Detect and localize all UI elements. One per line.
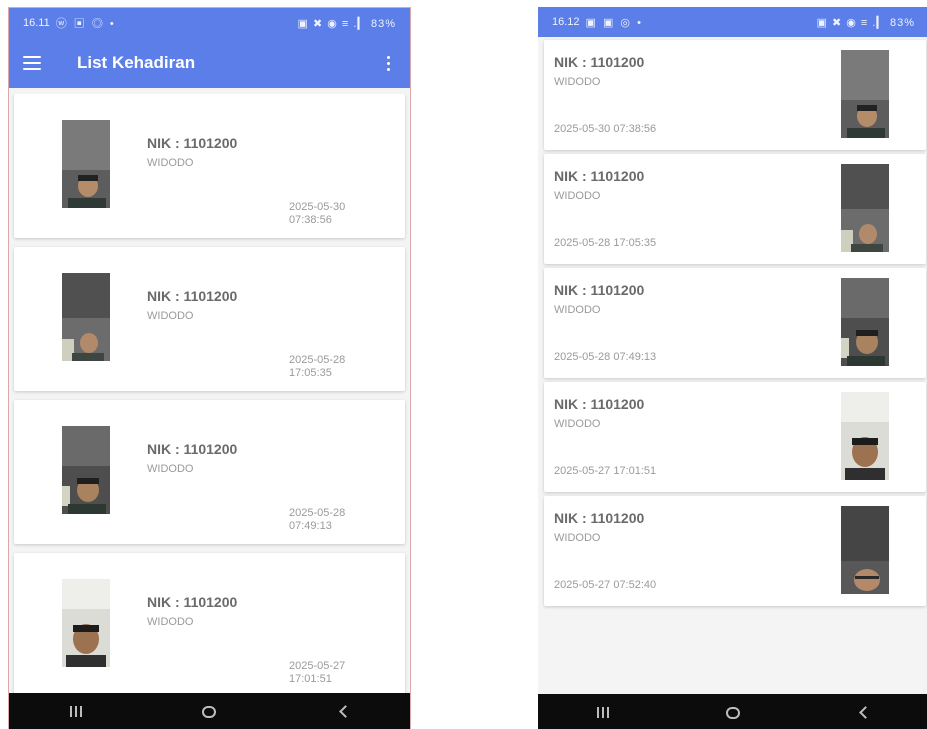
status-time: 16.12 — [552, 16, 580, 28]
nik-label: NIK : 1101200 — [554, 396, 645, 412]
back-icon[interactable] — [844, 698, 884, 728]
employee-name: WIDODO — [554, 532, 601, 544]
system-icons: ▣ ✖ ◉ ≡ .▎ — [297, 17, 367, 30]
battery-level: 83% — [889, 16, 915, 29]
recents-icon[interactable] — [56, 697, 96, 727]
nik-label: NIK : 1101200 — [554, 510, 645, 526]
selfie-photo — [841, 392, 889, 480]
selfie-photo — [841, 278, 889, 366]
attendance-list[interactable]: NIK : 1101200 WIDODO 2025-05-30 07:38:56… — [9, 94, 410, 693]
notification-icons: ▣ ▣ ◎ • — [585, 16, 643, 29]
timestamp: 2025-05-27 07:52:40 — [554, 579, 657, 591]
system-icons: ▣ ✖ ◉ ≡ .▎ — [816, 16, 886, 29]
home-icon[interactable] — [713, 698, 753, 728]
employee-name: WIDODO — [554, 76, 601, 88]
nik-label: NIK : 1101200 — [147, 288, 238, 304]
system-nav-bar — [9, 693, 410, 729]
home-icon[interactable] — [189, 697, 229, 727]
selfie-photo — [841, 506, 889, 594]
selfie-photo — [62, 120, 110, 208]
employee-name: WIDODO — [147, 310, 194, 322]
recents-icon[interactable] — [583, 698, 623, 728]
system-nav-bar — [538, 694, 927, 729]
hamburger-icon[interactable] — [23, 56, 41, 70]
attendance-card[interactable]: NIK : 1101200 WIDODO 2025-05-27 17:01:51 — [544, 382, 926, 492]
employee-name: WIDODO — [554, 418, 601, 430]
selfie-photo — [62, 579, 110, 667]
attendance-card[interactable]: NIK : 1101200 WIDODO 2025-05-27 17:01:51 — [14, 553, 405, 693]
system-status-icons: ▣ ✖ ◉ ≡ .▎ 83% — [817, 16, 915, 29]
system-status-icons: ▣ ✖ ◉ ≡ .▎ 83% — [298, 17, 396, 30]
nik-label: NIK : 1101200 — [147, 441, 238, 457]
attendance-list[interactable]: NIK : 1101200 WIDODO 2025-05-30 07:38:56… — [538, 37, 927, 694]
back-icon[interactable] — [323, 697, 363, 727]
employee-name: WIDODO — [147, 463, 194, 475]
attendance-card[interactable]: NIK : 1101200 WIDODO 2025-05-28 07:49:13 — [544, 268, 926, 378]
timestamp: 2025-05-30 07:38:56 — [289, 201, 346, 226]
selfie-photo — [62, 426, 110, 514]
timestamp: 2025-05-28 17:05:35 — [554, 237, 657, 249]
nik-label: NIK : 1101200 — [554, 54, 645, 70]
attendance-card[interactable]: NIK : 1101200 WIDODO 2025-05-30 07:38:56 — [14, 94, 405, 238]
battery-level: 83% — [370, 17, 396, 30]
timestamp: 2025-05-27 17:01:51 — [289, 660, 346, 685]
timestamp: 2025-05-28 07:49:13 — [554, 351, 657, 363]
timestamp: 2025-05-30 07:38:56 — [554, 123, 657, 135]
nik-label: NIK : 1101200 — [554, 282, 645, 298]
more-vert-icon[interactable] — [380, 52, 396, 75]
phone-screen-right: 16.12 ▣ ▣ ◎ • ▣ ✖ ◉ ≡ .▎ 83% NIK : 11012… — [538, 7, 927, 729]
nik-label: NIK : 1101200 — [147, 135, 238, 151]
status-bar: 16.11 ⓦ ▣ ◎ • ▣ ✖ ◉ ≡ .▎ 83% — [9, 8, 410, 38]
attendance-card[interactable]: NIK : 1101200 WIDODO 2025-05-28 07:49:13 — [14, 400, 405, 544]
selfie-photo — [841, 50, 889, 138]
status-bar: 16.12 ▣ ▣ ◎ • ▣ ✖ ◉ ≡ .▎ 83% — [538, 7, 927, 37]
nik-label: NIK : 1101200 — [147, 594, 238, 610]
status-time: 16.11 — [23, 17, 50, 29]
notification-icons: ⓦ ▣ ◎ • — [55, 18, 116, 30]
attendance-card[interactable]: NIK : 1101200 WIDODO 2025-05-30 07:38:56 — [544, 40, 926, 150]
attendance-card[interactable]: NIK : 1101200 WIDODO 2025-05-28 17:05:35 — [544, 154, 926, 264]
employee-name: WIDODO — [147, 616, 194, 628]
timestamp: 2025-05-28 07:49:13 — [289, 507, 346, 532]
timestamp: 2025-05-27 17:01:51 — [554, 465, 657, 477]
attendance-card[interactable]: NIK : 1101200 WIDODO 2025-05-27 07:52:40 — [544, 496, 926, 606]
nik-label: NIK : 1101200 — [554, 168, 645, 184]
page-title: List Kehadiran — [77, 53, 196, 72]
employee-name: WIDODO — [147, 157, 194, 169]
phone-screen-left: 16.11 ⓦ ▣ ◎ • ▣ ✖ ◉ ≡ .▎ 83% List Kehadi… — [8, 7, 411, 729]
timestamp: 2025-05-28 17:05:35 — [289, 354, 346, 379]
attendance-card[interactable]: NIK : 1101200 WIDODO 2025-05-28 17:05:35 — [14, 247, 405, 391]
selfie-photo — [841, 164, 889, 252]
employee-name: WIDODO — [554, 304, 601, 316]
selfie-photo — [62, 273, 110, 361]
employee-name: WIDODO — [554, 190, 601, 202]
app-bar: List Kehadiran — [9, 38, 410, 88]
